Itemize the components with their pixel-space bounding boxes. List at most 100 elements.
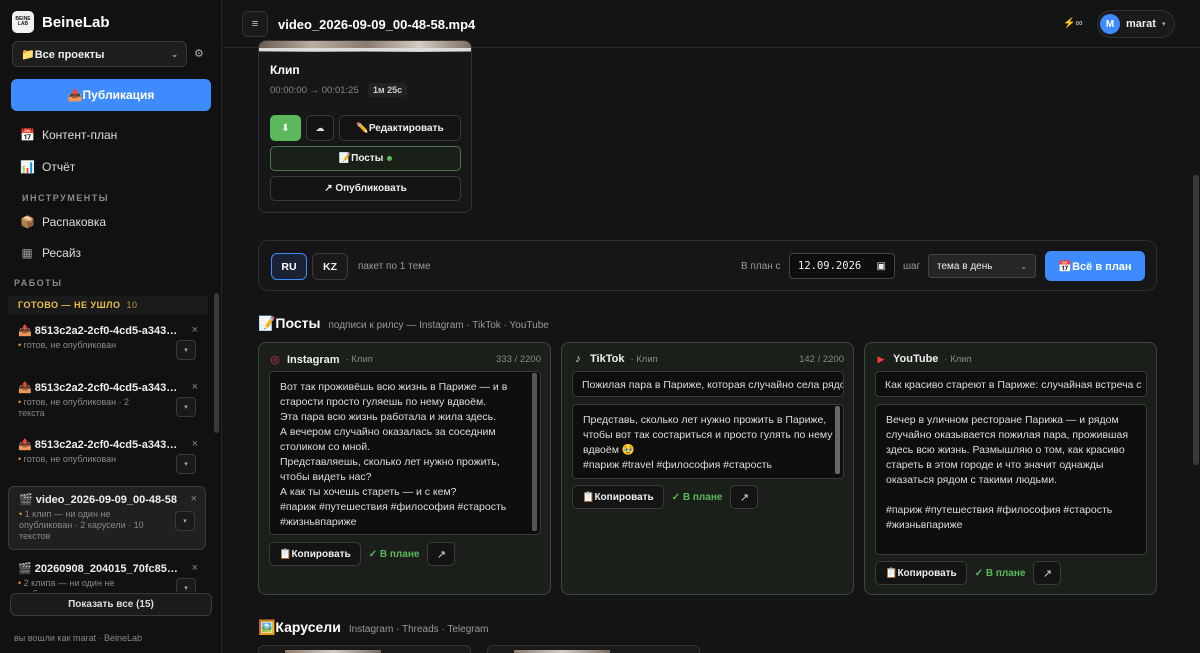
job-menu-button[interactable]: ▾	[176, 454, 196, 474]
section-title: 🖼️Карусели	[258, 619, 341, 635]
platform-name: TikTok	[590, 353, 625, 365]
job-status: • 2 клипа — ни один не опубликован	[18, 578, 158, 592]
job-item[interactable]: 📤 8513c2a2-2cf0-4cd5-a3430e • готов, не …	[8, 318, 206, 366]
login-note: вы вошли как marat · BeineLab	[14, 633, 143, 643]
plan-toolbar: RU KZ пакет по 1 теме В план с 12.09.202…	[258, 240, 1157, 291]
cloud-icon: ☁	[315, 122, 325, 133]
all-to-plan-button[interactable]: 📅Всё в план	[1045, 251, 1145, 281]
char-counter: 142 / 2200	[799, 353, 844, 365]
job-menu-button[interactable]: ▾	[176, 578, 196, 592]
job-menu-button[interactable]: ▾	[176, 397, 196, 417]
sidebar-item-content-plan[interactable]: 📅 Контент-план	[20, 128, 117, 142]
post-text[interactable]: Представь, сколько лет нужно прожить в П…	[572, 404, 844, 479]
clapper-icon: 🎬	[18, 563, 32, 575]
job-title-text: 8513c2a2-2cf0-4cd5-a3430e	[34, 439, 178, 451]
job-item[interactable]: 🎬 20260908_204015_70fc85d3 • 2 клипа — н…	[8, 556, 206, 592]
job-status: • готов, не опубликован · 2 текста	[18, 397, 130, 418]
posts-section-header: 📝Посты подписи к рилсу — Instagram · Tik…	[258, 315, 549, 332]
carousel-card[interactable]	[258, 645, 471, 653]
post-card-header: ▶ YouTube · Клип	[875, 353, 1147, 365]
sidebar-scrollbar[interactable]	[214, 293, 219, 433]
instagram-icon: ◎	[270, 354, 280, 366]
app-root: BEINE LAB BeineLab 📁Все проекты ⌄ ⚙ 📤Пуб…	[0, 0, 1200, 653]
close-icon[interactable]: ×	[192, 562, 198, 574]
user-name: marat	[1126, 18, 1156, 30]
in-plan-status: ✓ В плане	[368, 548, 420, 560]
grid-icon: ▦	[21, 246, 33, 260]
post-actions: 📋Копировать ✓ В плане ↗	[269, 542, 456, 566]
external-link-icon[interactable]: ↗	[730, 485, 759, 509]
post-text[interactable]: Вот так проживёшь всю жизнь в Париже — и…	[269, 371, 541, 535]
post-card-header: ◎ Instagram · Клип 333 / 2200	[269, 353, 541, 367]
chevron-down-icon: ⌄	[171, 49, 178, 59]
job-status-text: готов, не опубликован	[23, 454, 117, 464]
job-menu-button[interactable]: ▾	[176, 340, 196, 360]
lang-ru-button[interactable]: RU	[271, 253, 307, 280]
post-type: · Клип	[345, 354, 373, 365]
lang-kz-button[interactable]: KZ	[312, 253, 348, 280]
job-status-text: 2 клипа — ни один не опубликован	[18, 578, 115, 592]
sidebar-item-unpacking[interactable]: 📦 Распаковка	[20, 215, 106, 229]
copy-button[interactable]: 📋Копировать	[269, 542, 361, 566]
download-button[interactable]: ⬇	[270, 115, 301, 141]
job-item[interactable]: 📤 8513c2a2-2cf0-4cd5-a3430e • готов, не …	[8, 375, 206, 425]
job-status: • 1 клип — ни один не опубликован · 2 ка…	[19, 509, 144, 541]
post-card-tiktok: ♪ TikTok · Клип 142 / 2200 Пожилая пара …	[561, 342, 854, 595]
caret-down-icon: ▾	[1161, 21, 1166, 28]
external-link-icon[interactable]: ↗	[427, 542, 456, 566]
clip-progress-strip	[259, 48, 471, 51]
batch-label: пакет по 1 теме	[358, 261, 431, 272]
step-select[interactable]: тема в день ⌄	[928, 254, 1036, 278]
close-icon[interactable]: ×	[192, 381, 198, 393]
brand[interactable]: BEINE LAB BeineLab	[12, 11, 110, 33]
show-all-button[interactable]: Показать все (15)	[10, 593, 212, 616]
project-select[interactable]: 📁Все проекты ⌄	[12, 41, 187, 67]
carousel-card[interactable]	[487, 645, 700, 653]
plan-from-label: В план с	[741, 261, 781, 272]
post-card-instagram: ◎ Instagram · Клип 333 / 2200 Вот так пр…	[258, 342, 551, 595]
copy-button[interactable]: 📋Копировать	[875, 561, 967, 585]
youtube-icon: ▶	[877, 353, 885, 364]
sidebar-item-resize[interactable]: ▦ Ресайз	[20, 246, 81, 260]
gear-icon[interactable]: ⚙	[194, 47, 204, 60]
main-scrollbar[interactable]	[1193, 175, 1199, 465]
close-icon[interactable]: ×	[191, 493, 197, 505]
job-title: 📤 8513c2a2-2cf0-4cd5-a3430e	[18, 438, 178, 451]
quota-indicator: ⚡∞	[1063, 18, 1083, 29]
date-value: 12.09.2026	[798, 260, 862, 272]
clip-duration-badge: 1м 25с	[368, 83, 408, 97]
post-text-scrollbar[interactable]	[532, 373, 537, 531]
post-text[interactable]: Вечер в уличном ресторане Парижа — и ряд…	[875, 404, 1147, 555]
cloud-button[interactable]: ☁	[306, 115, 334, 141]
job-title-text: 20260908_204015_70fc85d3	[34, 563, 178, 575]
job-item[interactable]: 📤 8513c2a2-2cf0-4cd5-a3430e • готов, не …	[8, 432, 206, 480]
job-item-active[interactable]: 🎬 video_2026-09-09_00-48-58 • 1 клип — н…	[8, 486, 206, 550]
sidebar-item-report[interactable]: 📊 Отчёт	[20, 160, 75, 174]
status-dot	[387, 156, 393, 161]
copy-button[interactable]: 📋Копировать	[572, 485, 664, 509]
char-counter: 333 / 2200	[496, 354, 541, 365]
post-title-input[interactable]: Пожилая пара в Париже, которая случайно …	[572, 371, 844, 397]
platform-name: YouTube	[893, 353, 939, 365]
publish-clip-button[interactable]: ↗ Опубликовать	[270, 176, 461, 201]
post-title-input[interactable]: Как красиво стареют в Париже: случайная …	[875, 371, 1147, 397]
job-status: • готов, не опубликован	[18, 340, 117, 350]
calendar-icon: ▣	[876, 260, 886, 272]
posts-button[interactable]: 📝Посты	[270, 146, 461, 171]
tools-section-label: ИНСТРУМЕНТЫ	[22, 193, 110, 203]
sidebar-item-label: Контент-план	[42, 128, 118, 142]
close-icon[interactable]: ×	[192, 324, 198, 336]
date-input[interactable]: 12.09.2026 ▣	[789, 253, 895, 279]
user-menu[interactable]: M marat ▾	[1097, 10, 1175, 38]
calendar-icon: 📅	[20, 128, 35, 142]
upload-icon: 📤	[18, 439, 32, 451]
publish-button[interactable]: 📤Публикация	[11, 79, 211, 111]
brand-name: BeineLab	[42, 13, 110, 31]
job-menu-button[interactable]: ▾	[175, 511, 195, 531]
step-value: тема в день	[937, 260, 993, 272]
post-text-scrollbar[interactable]	[835, 406, 840, 474]
menu-icon[interactable]: ≡	[242, 11, 268, 37]
external-link-icon[interactable]: ↗	[1033, 561, 1062, 585]
edit-button[interactable]: ✏️Редактировать	[339, 115, 461, 141]
close-icon[interactable]: ×	[192, 438, 198, 450]
